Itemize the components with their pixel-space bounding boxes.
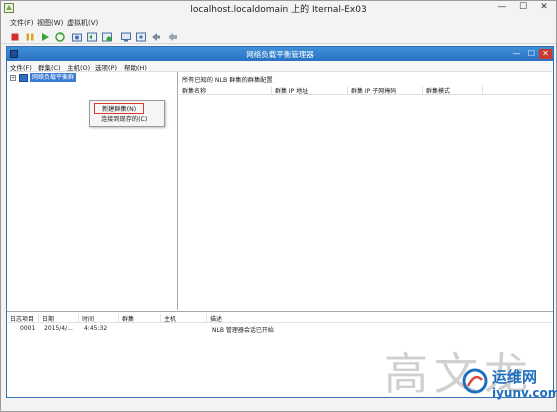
nlb-menu-host[interactable]: 主机(O) — [67, 62, 90, 72]
nlb-maximize-button[interactable]: ☐ — [525, 49, 538, 59]
nlb-menubar: 文件(F) 群集(C) 主机(O) 选项(P) 帮助(H) — [7, 61, 553, 72]
connect-existing-menu-item[interactable]: 连接到现存的(C) — [94, 114, 160, 125]
play-icon[interactable] — [39, 31, 51, 43]
log-row[interactable]: 0001 2015/4/... 4:45:32 NLB 管理器会话已开始 — [7, 325, 553, 335]
log-column-cluster[interactable]: 群集 — [119, 314, 161, 323]
column-cluster-ip[interactable]: 群集 IP 地址 — [272, 86, 348, 95]
context-menu: 新建群集(N) 连接到现存的(C) — [89, 100, 165, 127]
brand-name: 运维网 — [492, 368, 538, 386]
vm-toolbar — [1, 30, 556, 44]
brand-url: iyunv.com — [492, 386, 557, 400]
cluster-table-header: 群集名称 群集 IP 地址 群集 IP 子网掩码 群集模式 — [179, 85, 553, 95]
log-table-header: 日志项目 日期 时间 群集 主机 描述 — [7, 313, 553, 323]
brand-logo-icon — [462, 368, 488, 394]
pause-icon[interactable] — [24, 31, 36, 43]
log-entry-description: NLB 管理器会话已开始 — [212, 327, 274, 334]
log-column-date[interactable]: 日期 — [39, 314, 79, 323]
vm-window-title: localhost.localdomain 上的 Iternal-Ex03 — [190, 5, 367, 15]
nlb-close-button[interactable]: ✕ — [539, 49, 552, 59]
log-column-time[interactable]: 时间 — [79, 314, 119, 323]
tree-expand-toggle[interactable]: + — [10, 75, 16, 81]
vm-menu-vm[interactable]: 虚拟机(V) — [67, 18, 98, 28]
nlb-cluster-icon — [19, 74, 28, 82]
vm-menu-view[interactable]: 视图(W) — [37, 18, 63, 28]
log-entry-date: 2015/4/... — [44, 325, 73, 332]
revert-icon[interactable] — [86, 31, 98, 43]
nlb-menu-file[interactable]: 文件(F) — [10, 62, 32, 72]
nlb-window-title: 网络负载平衡管理器 — [246, 50, 314, 59]
log-column-description[interactable]: 描述 — [207, 314, 553, 323]
vm-minimize-button[interactable]: — — [495, 2, 509, 13]
tree-root-node[interactable]: 网络负载平衡群 — [30, 73, 77, 82]
new-cluster-menu-item[interactable]: 新建群集(N) — [94, 103, 144, 114]
vm-maximize-button[interactable]: ☐ — [516, 2, 530, 13]
nlb-menu-options[interactable]: 选项(P) — [95, 62, 117, 72]
nlb-titlebar: 网络负载平衡管理器 — ☐ ✕ — [7, 47, 553, 61]
vm-titlebar: localhost.localdomain 上的 Iternal-Ex03 — … — [1, 1, 556, 15]
manage-snapshots-icon[interactable] — [101, 31, 113, 43]
log-column-entry[interactable]: 日志项目 — [7, 314, 39, 323]
console-icon[interactable] — [120, 31, 132, 43]
vm-menu-file[interactable]: 文件(F) — [10, 18, 34, 28]
log-entry-id: 0001 — [20, 325, 36, 332]
snapshot-icon[interactable] — [71, 31, 83, 43]
column-cluster-name[interactable]: 群集名称 — [179, 86, 272, 95]
cluster-config-heading: 所有已知的 NLB 群集的群集配置 — [182, 77, 273, 84]
vm-close-button[interactable]: ✕ — [537, 2, 551, 13]
log-entry-time: 4:45:32 — [84, 325, 108, 332]
nlb-menu-help[interactable]: 帮助(H) — [124, 62, 147, 72]
column-cluster-subnet[interactable]: 群集 IP 子网掩码 — [348, 86, 423, 95]
cluster-config-pane: 所有已知的 NLB 群集的群集配置 群集名称 群集 IP 地址 群集 IP 子网… — [179, 72, 553, 310]
stop-icon[interactable] — [9, 31, 21, 43]
nlb-menu-cluster[interactable]: 群集(C) — [38, 62, 61, 72]
connect-cd-icon[interactable] — [167, 31, 179, 43]
vm-menubar: 文件(F) 视图(W) 虚拟机(V) — [1, 17, 556, 29]
log-column-host[interactable]: 主机 — [161, 314, 207, 323]
send-keys-icon[interactable] — [150, 31, 162, 43]
settings-icon[interactable] — [135, 31, 147, 43]
nlb-minimize-button[interactable]: — — [510, 49, 523, 59]
cluster-tree-pane: + 网络负载平衡群 新建群集(N) 连接到现存的(C) — [7, 72, 178, 310]
reset-icon[interactable] — [54, 31, 66, 43]
column-cluster-mode[interactable]: 群集模式 — [423, 86, 483, 95]
